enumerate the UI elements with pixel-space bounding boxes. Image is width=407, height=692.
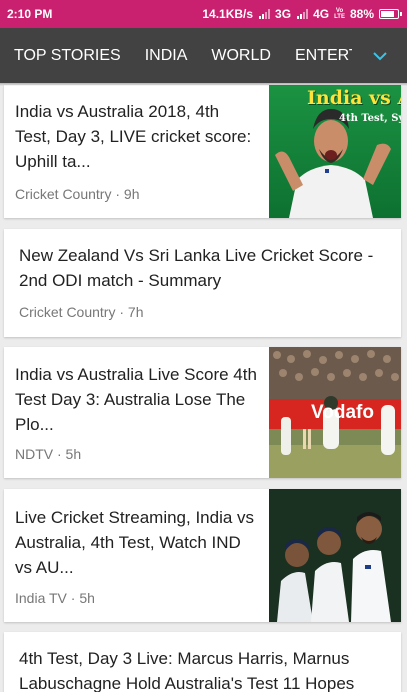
- category-tab-bar: TOP STORIES INDIA WORLD ENTERTAI: [0, 28, 407, 83]
- news-headline: India vs Australia 2018, 4th Test, Day 3…: [15, 102, 252, 171]
- news-source: India TV · 5h: [15, 590, 95, 606]
- network-speed: 14.1KB/s: [202, 7, 254, 21]
- signal-icon: [259, 9, 271, 19]
- news-source: Cricket Country · 7h: [19, 304, 144, 320]
- cricket-team-image: [269, 489, 401, 622]
- news-card[interactable]: Live Cricket Streaming, India vs Austral…: [4, 489, 401, 622]
- news-card-text: Live Cricket Streaming, India vs Austral…: [4, 489, 269, 622]
- tab-entertainment[interactable]: ENTERTAI: [283, 47, 352, 65]
- news-card[interactable]: India vs Australia Live Score 4th Test D…: [4, 347, 401, 478]
- thumbnail-subtitle: 4th Test, Sy: [339, 113, 401, 124]
- news-source: NDTV · 5h: [15, 446, 82, 462]
- news-headline: 4th Test, Day 3 Live: Marcus Harris, Mar…: [19, 649, 355, 692]
- category-tabs: TOP STORIES INDIA WORLD ENTERTAI: [0, 28, 352, 83]
- tab-bar-shadow: [0, 83, 407, 86]
- news-thumbnail: Vodafo: [269, 347, 401, 478]
- tab-world[interactable]: WORLD: [199, 47, 283, 65]
- news-headline: India vs Australia Live Score 4th Test D…: [15, 365, 257, 434]
- thumbnail-hoarding-text: Vodafo: [311, 402, 374, 423]
- news-card[interactable]: India vs Australia 2018, 4th Test, Day 3…: [4, 85, 401, 218]
- more-tabs-button[interactable]: [352, 28, 407, 83]
- news-headline: Live Cricket Streaming, India vs Austral…: [15, 508, 255, 577]
- battery-percent: 88%: [349, 7, 374, 21]
- news-headline: New Zealand Vs Sri Lanka Live Cricket Sc…: [19, 246, 374, 290]
- volte-icon: Vo LTE: [334, 8, 345, 20]
- news-card-text: India vs Australia 2018, 4th Test, Day 3…: [4, 85, 269, 218]
- news-thumbnail: India vs Au 4th Test, Sy: [269, 85, 401, 218]
- tab-top-stories[interactable]: TOP STORIES: [0, 47, 133, 65]
- news-card-text: New Zealand Vs Sri Lanka Live Cricket Sc…: [4, 229, 401, 337]
- news-card-text: India vs Australia Live Score 4th Test D…: [4, 347, 269, 478]
- volte-bottom: LTE: [334, 14, 345, 20]
- news-source: Cricket Country · 9h: [15, 186, 140, 202]
- thumbnail-title: India vs Au: [307, 87, 401, 109]
- battery-icon: [379, 9, 402, 19]
- signal-icon: [297, 9, 309, 19]
- battery-fill: [381, 11, 394, 17]
- network-type-1: 3G: [275, 7, 292, 21]
- status-time: 2:10 PM: [7, 7, 53, 21]
- network-type-2: 4G: [313, 7, 330, 21]
- status-indicators: 14.1KB/s 3G 4G Vo LTE 88%: [202, 7, 402, 21]
- news-card[interactable]: 4th Test, Day 3 Live: Marcus Harris, Mar…: [4, 632, 401, 692]
- news-thumbnail: [269, 489, 401, 622]
- tab-india[interactable]: INDIA: [133, 47, 200, 65]
- status-bar: 2:10 PM 14.1KB/s 3G 4G Vo LTE 88%: [0, 0, 407, 28]
- chevron-down-icon: [372, 51, 387, 60]
- news-card[interactable]: New Zealand Vs Sri Lanka Live Cricket Sc…: [4, 229, 401, 337]
- news-card-text: 4th Test, Day 3 Live: Marcus Harris, Mar…: [4, 632, 401, 692]
